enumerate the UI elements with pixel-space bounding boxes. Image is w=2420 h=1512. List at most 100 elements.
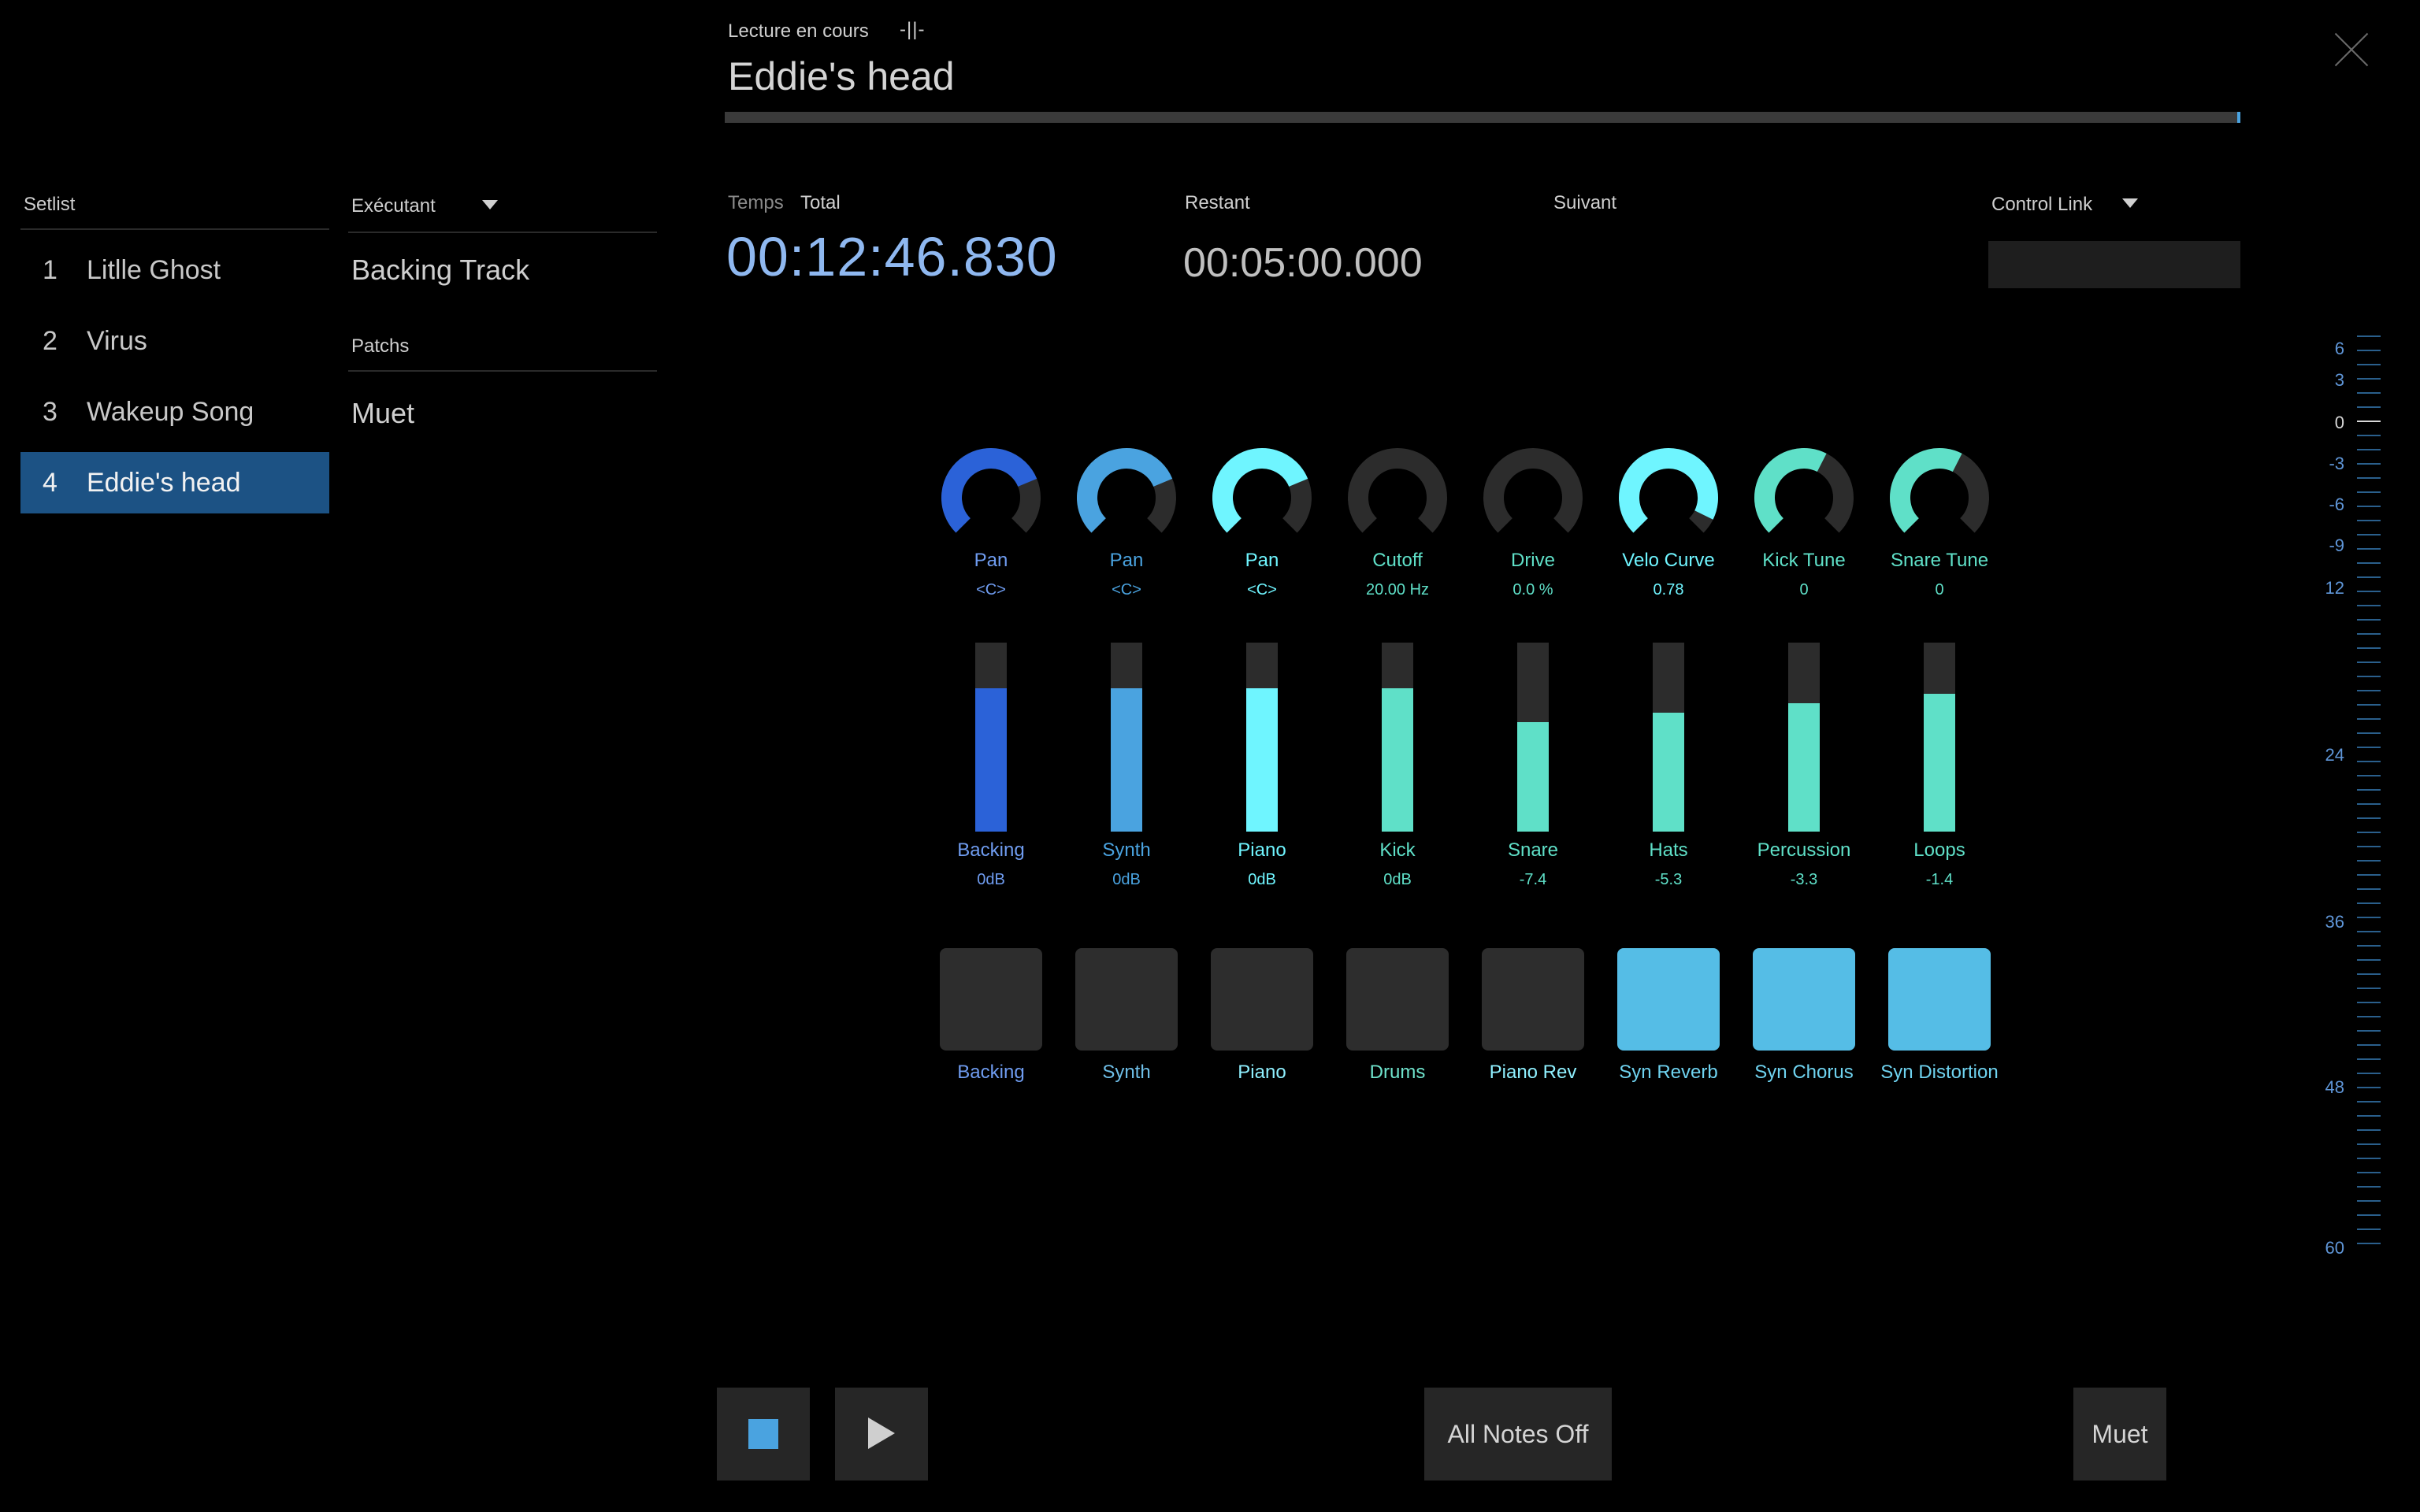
fader-label: Synth [1102,839,1151,861]
fader-synth[interactable] [1111,643,1142,832]
setlist-item[interactable]: 3 Wakeup Song [20,381,329,443]
fader-value: 0dB [1383,871,1412,888]
pad-drums[interactable] [1346,948,1449,1051]
fader-kick[interactable] [1382,643,1413,832]
setlist-item[interactable]: 1 Litlle Ghost [20,239,329,301]
meter-tick [2357,534,2381,536]
meter-scale-label: 12 [2325,578,2344,598]
song-progress-bar[interactable] [725,112,2240,123]
close-icon[interactable] [2333,32,2370,68]
performer-dropdown-icon[interactable] [482,200,498,209]
knob-value: <C> [1247,581,1277,598]
knob-value: 0.78 [1653,581,1684,598]
setlist-item-selected[interactable]: 4 Eddie's head [20,452,329,513]
fader-label: Kick [1379,839,1416,861]
meter-scale-label: 24 [2325,745,2344,765]
marker-indicator: -||- [900,19,926,40]
meter-tick [2357,931,2381,932]
knob-4[interactable] [1481,446,1585,550]
meter-tick [2357,520,2381,521]
total-time: 00:12:46.830 [726,226,1058,287]
song-progress-playhead [2237,112,2240,123]
fader-hats[interactable] [1653,643,1684,832]
pad-piano[interactable] [1211,948,1313,1051]
pad-label: Backing [957,1062,1025,1083]
meter-tick [2357,860,2381,862]
meter-tick [2357,1044,2381,1046]
play-button[interactable] [835,1388,928,1480]
fader-loops[interactable] [1924,643,1955,832]
knob-6[interactable] [1752,446,1856,550]
fader-label: Percussion [1757,839,1851,861]
meter-tick [2357,335,2381,337]
temps-label: Temps [728,192,784,213]
knob-7[interactable] [1887,446,1991,550]
knob-1[interactable] [1075,446,1178,550]
fader-level [1382,687,1413,832]
mute-button[interactable]: Muet [2073,1388,2166,1480]
meter-tick [2357,732,2381,734]
pad-synth[interactable] [1075,948,1178,1051]
fader-piano[interactable] [1246,643,1278,832]
control-link-dropdown-icon[interactable] [2122,198,2138,208]
knob-5[interactable] [1616,446,1720,550]
song-title: Eddie's head [728,54,955,98]
remaining-time: 00:05:00.000 [1183,240,1423,286]
meter-tick [2357,591,2381,592]
fader-backing[interactable] [975,643,1007,832]
play-icon [868,1418,895,1449]
meter-tick [2357,718,2381,720]
patch-item[interactable]: Muet [351,397,414,430]
pad-syn-distortion[interactable] [1888,948,1991,1051]
fader-label: Snare [1507,839,1559,861]
meter-tick [2357,1016,2381,1017]
fader-level [975,687,1007,832]
pad-piano-rev[interactable] [1482,948,1584,1051]
meter-tick [2357,917,2381,918]
stop-button[interactable] [717,1388,810,1480]
meter-tick [2357,548,2381,550]
meter-tick [2357,704,2381,706]
fader-value: -3.3 [1790,871,1818,888]
patches-header: Patchs [351,335,410,357]
all-notes-off-button[interactable]: All Notes Off [1424,1388,1612,1480]
control-link-label: Control Link [1991,194,2093,215]
meter-tick [2357,761,2381,762]
knob-track [1348,448,1447,533]
performer-value[interactable]: Backing Track [351,254,529,287]
knob-value: <C> [976,581,1006,598]
pad-syn-reverb[interactable] [1617,948,1720,1051]
meter-scale-label: -3 [2329,454,2344,473]
pad-label: Synth [1102,1062,1151,1083]
performer-divider [348,232,657,233]
meter-tick [2357,1101,2381,1102]
fader-label: Backing [957,839,1025,861]
knob-0[interactable] [939,446,1043,550]
setlist-item-name: Litlle Ghost [87,255,221,285]
meter-tick [2357,392,2381,394]
knob-value: 0 [1935,581,1944,598]
pad-backing[interactable] [940,948,1042,1051]
fader-snare[interactable] [1517,643,1549,832]
stop-icon [748,1419,778,1449]
meter-tick [2357,1186,2381,1188]
fader-value: 0dB [1248,871,1276,888]
knob-2[interactable] [1210,446,1314,550]
setlist-item-name: Eddie's head [87,468,241,498]
fader-percussion[interactable] [1788,643,1820,832]
setlist-item[interactable]: 2 Virus [20,310,329,372]
setlist-item-number: 2 [43,326,58,356]
setlist-header: Setlist [24,194,76,215]
pad-syn-chorus[interactable] [1753,948,1855,1051]
knob-3[interactable] [1345,446,1449,550]
knob-value: <C> [1112,581,1141,598]
meter-tick [2357,1087,2381,1088]
knob-value: 0 [1799,581,1809,598]
meter-tick [2357,1030,2381,1032]
total-label: Total [800,192,841,213]
meter-tick [2357,1200,2381,1202]
control-link-field[interactable] [1988,241,2240,288]
meter-tick [2357,1143,2381,1145]
meter-scale-label: 6 [2334,339,2344,358]
meter-tick [2357,874,2381,876]
